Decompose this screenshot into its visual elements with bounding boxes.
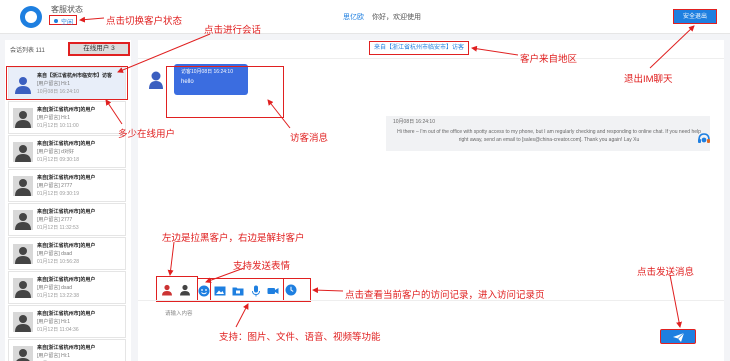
session-preview: [用户留言] dsad [37,251,73,257]
session-title: 来自[浙江省杭州市]的用户 [37,243,96,249]
support-headset-icon [697,132,711,146]
annotation-blacklist: 左边是拉黑客户，右边是解封客户 [162,233,305,244]
annotation-send: 点击发送消息 [637,267,695,278]
clock-icon[interactable] [285,284,297,296]
session-item[interactable]: 来自[浙江省杭州市]的用户 [用户留言] dsad 01月12日 13:22:38 [8,271,126,304]
user-avatar-icon [13,176,33,196]
session-time: 01月12日 13:22:38 [37,293,79,299]
auto-reply-text: Hi there – I'm out of the office with sp… [397,129,701,143]
annotation-media: 支持：图片、文件、语音、视频等功能 [219,332,381,343]
session-title: 来自[浙江省杭州市]的用户 [37,311,96,317]
session-item[interactable]: 来自[浙江省杭州市]的用户 [用户留言] d对好 01月12日 09:30:18 [8,135,126,168]
session-preview: [用户留言] d对好 [37,149,74,155]
session-time: 01月12日 10:11:00 [37,123,79,129]
visitor-message-highlight [166,66,284,118]
chat-divider [138,58,724,59]
session-item[interactable]: 来自[浙江省杭州市]的用户 [用户留言] Hi:1 01月12日 10:11:00 [8,101,126,134]
status-title: 客服状态 [51,5,83,14]
session-title: 来自[浙江省杭州市]的用户 [37,141,96,147]
annotation-history: 点击查看当前客户的访问记录，进入访问记录页 [345,290,545,301]
session-preview: [用户留言] Hi:1 [37,353,71,359]
session-time: 01月12日 10:56:28 [37,259,79,265]
headset-logo-icon [20,6,42,28]
session-preview: [用户留言] Hi:1 [37,115,71,121]
message-input[interactable]: 请输入内容 [165,309,193,317]
session-preview: [用户留言] dsad [37,285,73,291]
logout-button[interactable]: 安全退出 [673,9,717,24]
agent-name: 思亿欧 [343,14,364,21]
session-title: 来自[浙江省杭州市]的用户 [37,345,96,351]
session-title: 来自[浙江省杭州市]的用户 [37,277,96,283]
welcome-text: 你好，欢迎使用 [372,14,421,21]
annotation-status: 点击切换客户状态 [106,16,183,27]
chat-region-title: 来自【浙江省杭州市临安市】访客 [369,41,469,55]
annotation-region: 客户来自地区 [520,54,578,65]
session-preview: [用户留言] 2777 [37,217,73,223]
session-preview: [用户留言] 2777 [37,183,73,189]
user-avatar-icon [13,210,33,230]
session-time: 01月12日 11:32:53 [37,225,79,231]
active-session-highlight [6,66,128,100]
annotation-visitor-msg: 访客消息 [290,133,329,144]
status-value: 空闲 [61,20,74,26]
session-item[interactable]: 来自[浙江省杭州市]的用户[用户留言] Hi:101月12日 17:03:49 [8,339,126,361]
send-button[interactable] [660,329,696,344]
session-time: 01月12日 09:30:18 [37,157,79,163]
session-item[interactable]: 来自[浙江省杭州市]的用户 [用户留言] Hi:1 01月12日 11:04:36 [8,305,126,338]
user-block-icon[interactable] [161,284,173,296]
user-unblock-icon[interactable] [179,284,191,296]
annotation-logout: 退出IM聊天 [624,74,673,85]
session-time: 01月12日 09:30:19 [37,191,79,197]
emoji-icon[interactable] [198,285,210,297]
annotation-online-count: 多少在线用户 [118,129,176,140]
session-preview: [用户留言] Hi:1 [37,319,71,325]
user-avatar-icon [13,244,33,264]
user-avatar-icon [13,142,33,162]
session-item[interactable]: 来自[浙江省杭州市]的用户 [用户留言] dsad 01月12日 10:56:28 [8,237,126,270]
session-list-count: 会话列表 111 [10,48,45,54]
annotation-emoji: 支持发送表情 [233,261,291,272]
microphone-icon[interactable] [250,285,262,297]
folder-icon[interactable] [232,285,244,297]
image-icon[interactable] [214,285,226,297]
user-avatar-icon [13,108,33,128]
visitor-avatar-icon [148,70,164,90]
user-avatar-icon [13,312,33,332]
status-toggle[interactable]: 空闲 [49,15,77,26]
status-dot-icon [54,19,58,23]
session-item[interactable]: 来自[浙江省杭州市]的用户 [用户留言] 2777 01月12日 09:30:19 [8,169,126,202]
session-title: 来自[浙江省杭州市]的用户 [37,209,96,215]
video-icon[interactable] [267,285,279,297]
paper-plane-icon [673,333,684,342]
auto-reply-time: 10月08日 16:24:10 [393,119,435,125]
user-avatar-icon [13,278,33,298]
session-item[interactable]: 来自[浙江省杭州市]的用户 [用户留言] 2777 01月12日 11:32:53 [8,203,126,236]
session-title: 来自[浙江省杭州市]的用户 [37,175,96,181]
user-avatar-icon [13,346,33,361]
online-tab-highlight [68,42,130,56]
annotation-start-chat: 点击进行会话 [204,25,262,36]
session-time: 01月12日 11:04:36 [37,327,79,333]
session-title: 来自[浙江省杭州市]的用户 [37,107,96,113]
